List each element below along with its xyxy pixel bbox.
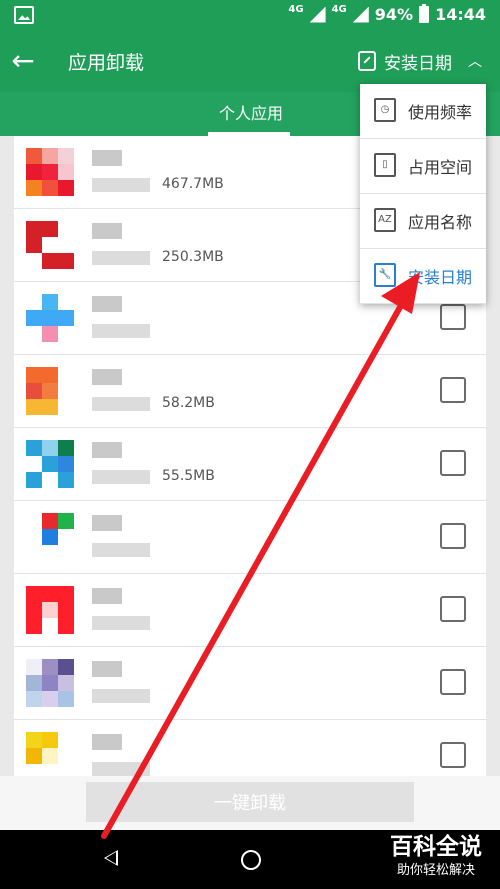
app-name-redacted (92, 296, 122, 312)
battery-icon (419, 4, 430, 23)
bottom-action-bar: 一键卸载 (0, 776, 500, 830)
sort-option-label: 应用名称 (408, 213, 473, 232)
app-checkbox[interactable] (440, 304, 466, 330)
list-item[interactable] (14, 647, 486, 720)
sort-dropdown[interactable]: 安装日期 ︿ (358, 46, 482, 76)
nav-home-icon[interactable] (241, 850, 261, 870)
app-icon (26, 148, 74, 196)
sdcard-icon: ▯ (374, 153, 396, 177)
sort-label: 安装日期 (384, 53, 452, 74)
app-name-redacted (92, 734, 122, 750)
app-detail-redacted (92, 324, 150, 338)
wrench-icon: 🔧 (374, 263, 396, 287)
network-type-2: 4G (331, 3, 347, 15)
app-checkbox[interactable] (440, 450, 466, 476)
app-checkbox[interactable] (440, 377, 466, 403)
app-name-redacted (92, 588, 122, 604)
app-detail-redacted (92, 762, 150, 776)
tab-personal-apps[interactable]: 个人应用 (196, 100, 306, 124)
status-indicators: 4G 4G 94% 14:44 (288, 3, 486, 24)
app-size: 467.7MB (162, 176, 224, 192)
app-detail-redacted (92, 616, 150, 630)
app-name-redacted (92, 223, 122, 239)
list-item[interactable] (14, 501, 486, 574)
chevron-up-icon: ︿ (468, 54, 482, 70)
gallery-notification-icon (14, 6, 34, 24)
app-icon (26, 294, 74, 342)
network-type: 4G (288, 3, 304, 15)
app-detail-redacted (92, 689, 150, 703)
app-checkbox[interactable] (440, 523, 466, 549)
list-item[interactable] (14, 720, 486, 776)
app-size: 55.5MB (162, 468, 215, 484)
one-click-uninstall-button[interactable]: 一键卸载 (86, 782, 414, 822)
sort-option-4[interactable]: 🔧 安装日期 (360, 249, 486, 304)
app-name-redacted (92, 442, 122, 458)
app-icon (26, 513, 74, 561)
sort-menu: ◷ 使用频率 ▯ 占用空间 AZ 应用名称 🔧 安装日期 (360, 84, 486, 304)
app-icon (26, 367, 74, 415)
watermark-logo: 百科全说 助你轻松解决 (372, 830, 500, 889)
app-detail-redacted (92, 178, 150, 192)
sort-option-2[interactable]: ▯ 占用空间 (360, 139, 486, 194)
sort-option-3[interactable]: AZ 应用名称 (360, 194, 486, 249)
nav-back-icon[interactable] (104, 850, 118, 866)
system-navigation-bar: 百科全说 助你轻松解决 (0, 830, 500, 889)
app-icon (26, 586, 74, 634)
page-title: 应用卸载 (68, 52, 145, 74)
app-detail-redacted (92, 543, 150, 557)
clock-icon: ◷ (374, 98, 396, 122)
app-name-redacted (92, 369, 122, 385)
sort-option-label: 安装日期 (408, 268, 473, 287)
app-checkbox[interactable] (440, 669, 466, 695)
wrench-icon (358, 51, 376, 71)
app-icon (26, 659, 74, 707)
watermark-main: 百科全说 (390, 834, 482, 860)
app-icon (26, 440, 74, 488)
signal-icon-2 (352, 6, 369, 23)
app-name-redacted (92, 515, 122, 531)
app-checkbox[interactable] (440, 596, 466, 622)
list-item[interactable]: 55.5MB (14, 428, 486, 501)
app-size: 58.2MB (162, 395, 215, 411)
app-detail-redacted (92, 251, 150, 265)
app-icon (26, 221, 74, 269)
app-name-redacted (92, 661, 122, 677)
app-size: 250.3MB (162, 249, 224, 265)
signal-icon (309, 6, 326, 23)
az-icon: AZ (374, 208, 396, 232)
app-checkbox[interactable] (440, 742, 466, 768)
sort-option-label: 占用空间 (408, 158, 473, 177)
list-item[interactable] (14, 574, 486, 647)
battery-percent: 94% (374, 5, 414, 24)
app-name-redacted (92, 150, 122, 166)
sort-option-label: 使用频率 (408, 103, 473, 122)
clock-time: 14:44 (435, 5, 486, 24)
watermark-sub: 助你轻松解决 (396, 863, 475, 878)
list-item[interactable]: 58.2MB (14, 355, 486, 428)
back-arrow-icon[interactable]: ← (10, 44, 36, 78)
app-detail-redacted (92, 397, 150, 411)
app-detail-redacted (92, 470, 150, 484)
app-icon (26, 732, 74, 776)
status-bar: 4G 4G 94% 14:44 (0, 0, 500, 30)
sort-option-1[interactable]: ◷ 使用频率 (360, 84, 486, 139)
app-bar: ← 应用卸载 安装日期 ︿ (0, 30, 500, 92)
